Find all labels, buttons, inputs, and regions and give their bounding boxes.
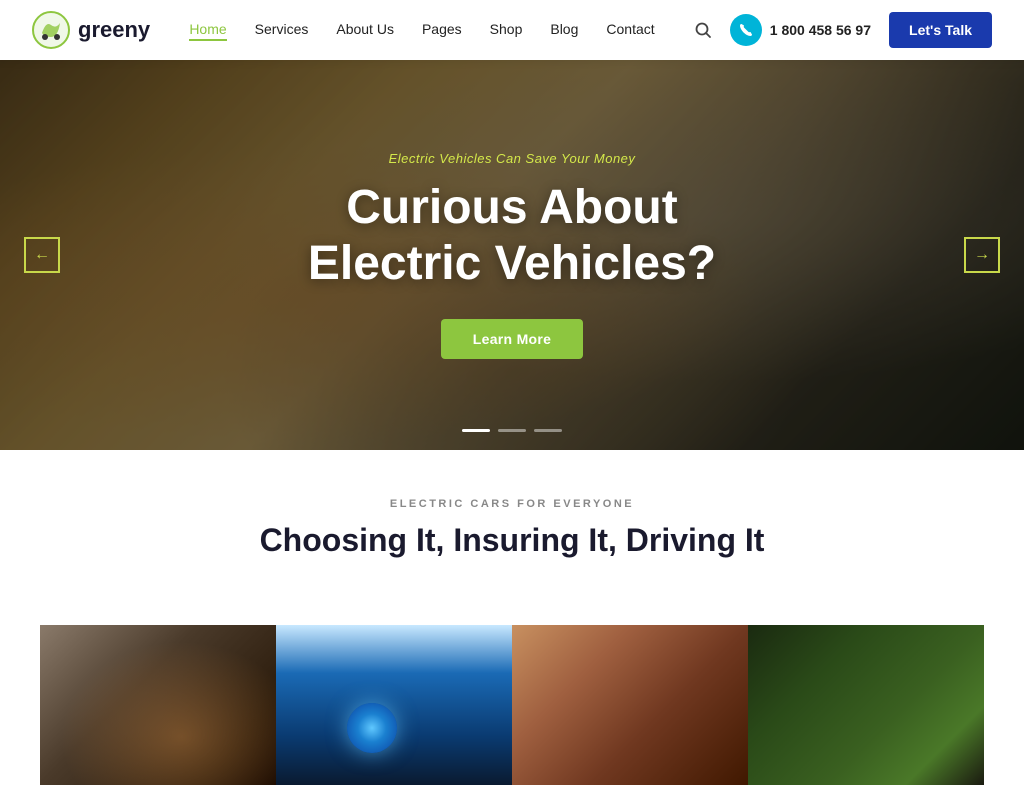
hero-title: Curious About Electric Vehicles? [308, 180, 716, 290]
logo-link[interactable]: greeny [32, 11, 150, 49]
hero-dots [462, 429, 562, 432]
card-image-4 [748, 625, 984, 785]
card-item-2[interactable] [276, 625, 512, 785]
hero-section: ← Electric Vehicles Can Save Your Money … [0, 60, 1024, 450]
arrow-left-icon: ← [34, 246, 50, 264]
card-image-1 [40, 625, 276, 785]
card-image-3 [512, 625, 748, 785]
hero-subtitle: Electric Vehicles Can Save Your Money [308, 151, 716, 166]
nav-home[interactable]: Home [189, 21, 226, 41]
phone-area: 1 800 458 56 97 [730, 14, 871, 46]
search-icon [694, 21, 712, 39]
section-tag: ELECTRIC CARS FOR EVERYONE [40, 498, 984, 510]
card-image-2 [276, 625, 512, 785]
nav-pages[interactable]: Pages [422, 21, 462, 37]
cards-row [0, 625, 1024, 785]
brand-name: greeny [78, 17, 150, 43]
phone-icon [730, 14, 762, 46]
hero-dot-2[interactable] [498, 429, 526, 432]
nav-right: 1 800 458 56 97 Let's Talk [694, 12, 992, 48]
hero-prev-button[interactable]: ← [24, 237, 60, 273]
hero-dot-1[interactable] [462, 429, 490, 432]
nav-about[interactable]: About Us [336, 21, 394, 37]
nav-contact[interactable]: Contact [606, 21, 654, 37]
lets-talk-button[interactable]: Let's Talk [889, 12, 992, 48]
phone-number: 1 800 458 56 97 [770, 22, 871, 38]
card-item-4[interactable] [748, 625, 984, 785]
navbar: greeny Home Services About Us Pages Shop… [0, 0, 1024, 60]
hero-content: Electric Vehicles Can Save Your Money Cu… [308, 151, 716, 358]
nav-links: Home Services About Us Pages Shop Blog C… [189, 21, 654, 39]
nav-shop[interactable]: Shop [490, 21, 523, 37]
section-title: Choosing It, Insuring It, Driving It [40, 522, 984, 559]
card-item-1[interactable] [40, 625, 276, 785]
hero-dot-3[interactable] [534, 429, 562, 432]
hero-cta-button[interactable]: Learn More [441, 319, 583, 359]
card-item-3[interactable] [512, 625, 748, 785]
section-intro: ELECTRIC CARS FOR EVERYONE Choosing It, … [0, 450, 1024, 625]
arrow-right-icon: → [974, 246, 990, 264]
nav-blog[interactable]: Blog [550, 21, 578, 37]
logo-icon [32, 11, 70, 49]
hero-next-button[interactable]: → [964, 237, 1000, 273]
search-button[interactable] [694, 21, 712, 39]
nav-services[interactable]: Services [255, 21, 309, 37]
